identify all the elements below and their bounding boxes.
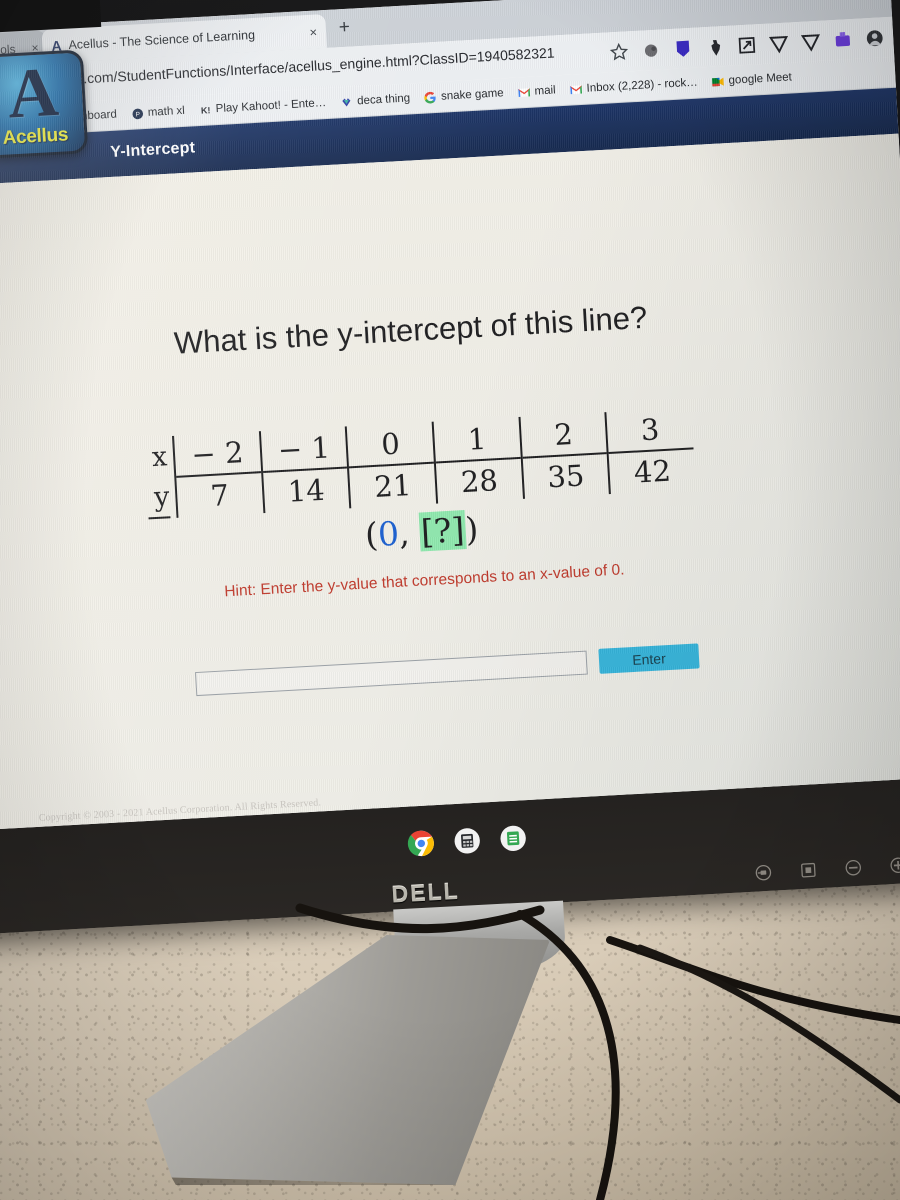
table-column: − 2 7 (172, 431, 264, 518)
input-source-button[interactable] (754, 864, 772, 882)
chrome-icon[interactable] (407, 829, 435, 857)
bookmark-label: deca thing (356, 92, 411, 108)
coordinate-unknown-placeholder: [?] (418, 510, 467, 552)
google-g-icon (424, 91, 436, 103)
deca-icon (342, 97, 351, 106)
bookmark-label: snake game (440, 87, 504, 103)
extension-dark-icon[interactable] (704, 36, 726, 58)
question-text: What is the y-intercept of this line? (173, 299, 649, 361)
bookmark-inbox[interactable]: Inbox (2,228) - rock… (569, 76, 698, 96)
gmail-icon (518, 87, 531, 97)
enter-button[interactable]: Enter (598, 643, 700, 674)
extension-purple-icon[interactable] (832, 28, 854, 50)
bookmark-deca-thing[interactable]: deca thing (340, 92, 411, 109)
acellus-logo[interactable]: A Acellus (0, 49, 89, 159)
bookmark-label: Inbox (2,228) - rock… (586, 76, 699, 95)
table-column: − 1 14 (258, 426, 350, 514)
mathxl-icon: P (132, 108, 143, 119)
google-meet-icon (712, 77, 725, 86)
extension-square-arrow-icon[interactable] (736, 34, 758, 56)
active-tab-title: Acellus - The Science of Learning (68, 27, 256, 53)
table-cell-x: 3 (606, 407, 694, 455)
table-cell-x: 0 (347, 421, 434, 469)
table-column: 3 42 (604, 407, 696, 495)
sheets-icon[interactable] (499, 824, 527, 852)
bookmark-label: math xl (147, 104, 186, 119)
extension-gray-icon[interactable] (640, 39, 662, 61)
table-cell-x: 2 (520, 412, 608, 459)
table-cell-y: 7 (209, 478, 230, 513)
table-column: 0 21 (345, 421, 437, 509)
bookmark-mail[interactable]: mail (517, 84, 556, 99)
extension-blue-flag-icon[interactable] (672, 37, 694, 59)
calculator-icon[interactable] (453, 827, 481, 855)
plus-button[interactable] (889, 856, 900, 874)
lesson-content: What is the y-intercept of this line? x … (0, 133, 900, 830)
photo-scene: hools × A Acellus - The Science of Learn… (0, 0, 900, 1200)
coordinate-close-paren: ) (464, 509, 480, 550)
bookmark-snake-game[interactable]: snake game (424, 87, 504, 104)
gmail-icon (570, 84, 583, 94)
profile-avatar-icon[interactable] (864, 27, 886, 49)
bookmark-label: Play Kahoot! - Ente… (215, 97, 327, 116)
table-column: 2 35 (518, 412, 610, 499)
table-label-divider (146, 476, 171, 520)
table-cell-y: 14 (286, 472, 326, 509)
acellus-logo-wordmark: Acellus (2, 124, 69, 149)
extension-triangle-outline-icon[interactable] (768, 32, 790, 54)
dell-monitor: hools × A Acellus - The Science of Learn… (0, 0, 900, 936)
close-tab-icon[interactable]: × (309, 24, 317, 39)
monitor-screen: hools × A Acellus - The Science of Learn… (0, 0, 900, 830)
svg-text:K!: K! (200, 105, 210, 116)
table-cell-x: − 1 (260, 426, 348, 474)
answer-row: Enter (195, 643, 700, 696)
svg-text:P: P (135, 111, 140, 118)
monitor-cables (295, 903, 900, 1200)
kahoot-icon: K! (200, 105, 210, 116)
new-tab-button[interactable]: + (338, 17, 350, 39)
menu-button[interactable] (799, 861, 817, 879)
coordinate-x-value: 0 (376, 513, 401, 554)
bookmark-math-xl[interactable]: P math xl (130, 104, 185, 120)
table-cell-x: − 2 (174, 431, 261, 478)
table-cell-y: 42 (633, 453, 672, 490)
answer-input[interactable] (195, 650, 588, 696)
minus-button[interactable] (844, 859, 862, 877)
table-cell-x: 1 (433, 416, 521, 464)
table-column: 1 28 (431, 416, 523, 504)
bookmark-kahoot[interactable]: K! Play Kahoot! - Ente… (198, 97, 326, 117)
bookmark-label: mail (534, 84, 557, 98)
extension-triangle-outline-2-icon[interactable] (800, 30, 822, 52)
lesson-title: Y-Intercept (109, 139, 196, 161)
table-row-labels: x y (144, 436, 176, 520)
bookmark-star-icon[interactable] (608, 41, 630, 63)
bookmark-label: google Meet (728, 71, 793, 87)
table-cell-y: 28 (459, 463, 499, 500)
table-cell-y: 21 (373, 467, 413, 504)
row-label-x: x (151, 441, 169, 474)
table-cell-y: 35 (546, 458, 586, 495)
coordinate-comma: , (397, 513, 411, 553)
acellus-logo-letter: A (5, 53, 61, 134)
bookmark-google-meet[interactable]: google Meet (711, 71, 792, 88)
